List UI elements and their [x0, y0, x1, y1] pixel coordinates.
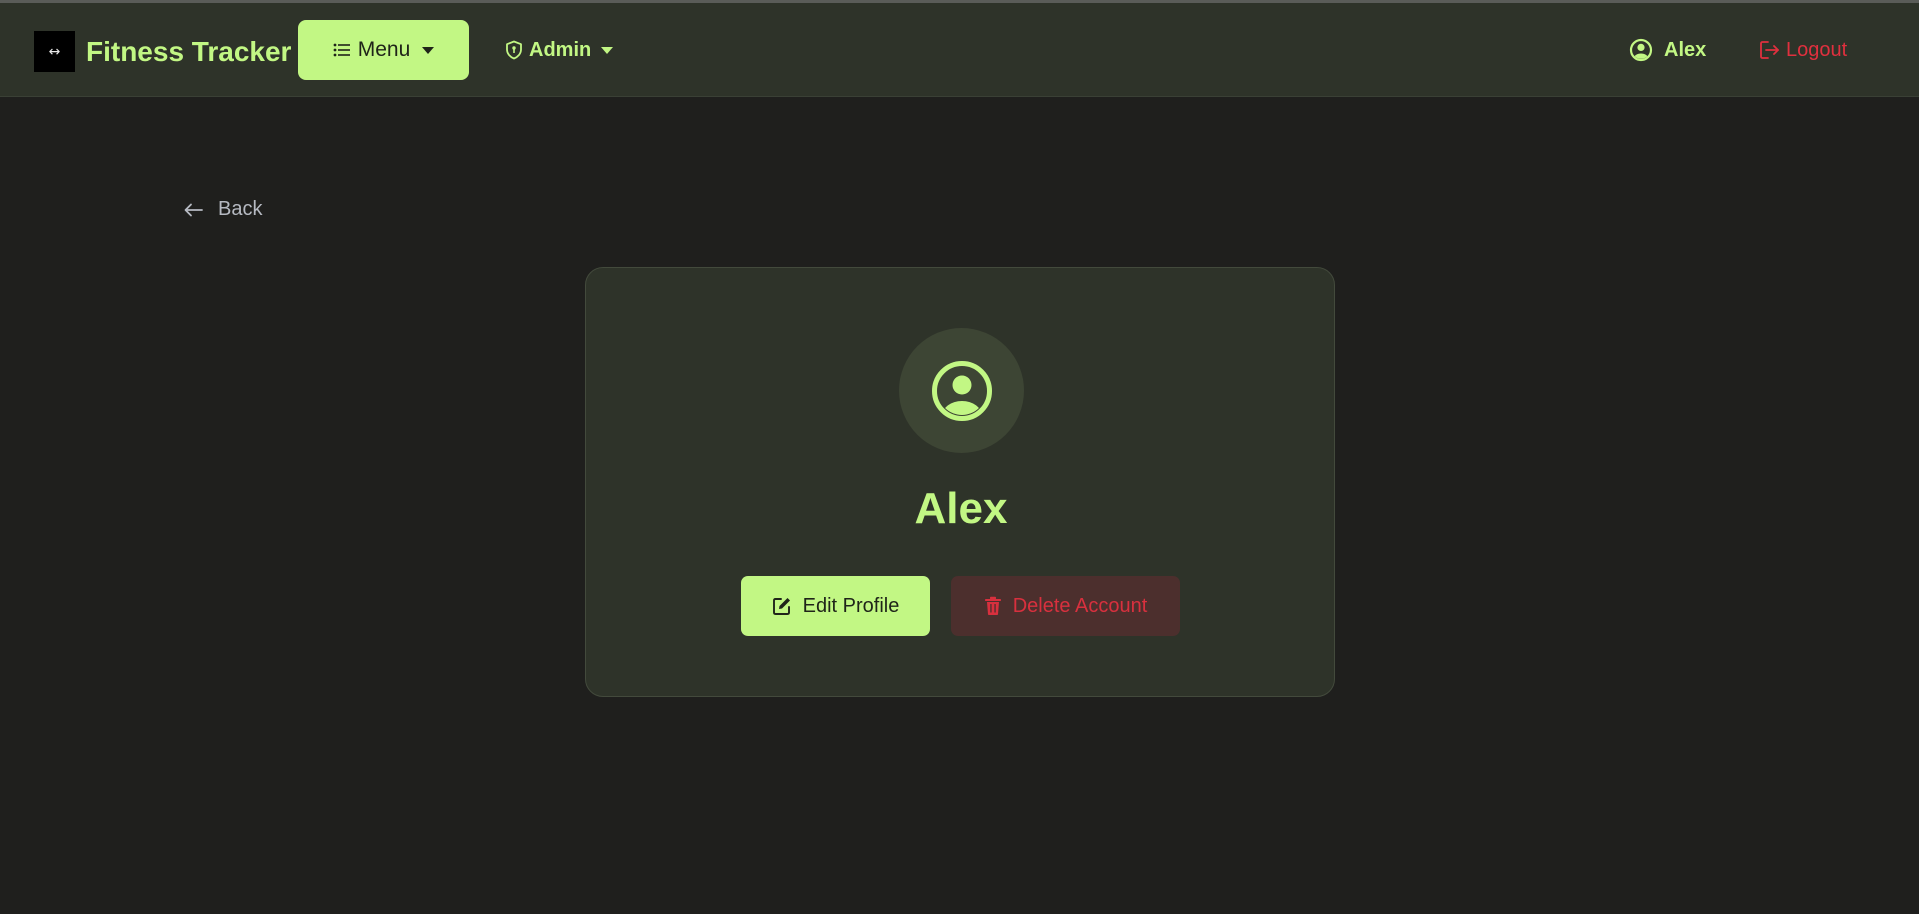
delete-account-button[interactable]: Delete Account [951, 576, 1180, 636]
edit-icon [772, 598, 790, 615]
brand-logo-glyph: ↔ [48, 43, 61, 60]
logout-icon [1760, 41, 1779, 59]
chevron-down-icon [601, 46, 614, 54]
brand-title: Fitness Tracker [86, 35, 292, 67]
user-name: Alex [1664, 38, 1707, 61]
admin-label: Admin [529, 38, 592, 61]
brand-link[interactable]: ↔ Fitness Tracker [34, 31, 291, 72]
user-circle-icon [1629, 38, 1653, 62]
edit-profile-button[interactable]: Edit Profile [741, 576, 930, 636]
edit-profile-label: Edit Profile [802, 594, 900, 617]
list-icon [333, 43, 350, 57]
brand-logo: ↔ [34, 31, 75, 72]
arrow-left-icon [184, 203, 203, 216]
user-circle-icon [931, 360, 992, 421]
admin-dropdown[interactable]: Admin [505, 20, 614, 80]
profile-card: Alex Edit Profile Delete Account [585, 267, 1335, 697]
trash-icon [984, 596, 1001, 615]
delete-account-label: Delete Account [1012, 594, 1148, 617]
avatar [899, 328, 1024, 453]
user-profile-link[interactable]: Alex [1629, 20, 1706, 80]
back-link[interactable]: Back [184, 198, 262, 221]
navbar: ↔ Fitness Tracker Menu Admin Alex Logout [0, 3, 1919, 97]
profile-name: Alex [914, 484, 1008, 533]
shield-icon [506, 40, 522, 60]
menu-dropdown-button[interactable]: Menu [298, 20, 469, 80]
chevron-down-icon [422, 46, 435, 54]
logout-link[interactable]: Logout [1759, 20, 1847, 80]
back-label: Back [218, 198, 263, 220]
menu-label: Menu [357, 38, 411, 61]
logout-label: Logout [1786, 38, 1848, 61]
